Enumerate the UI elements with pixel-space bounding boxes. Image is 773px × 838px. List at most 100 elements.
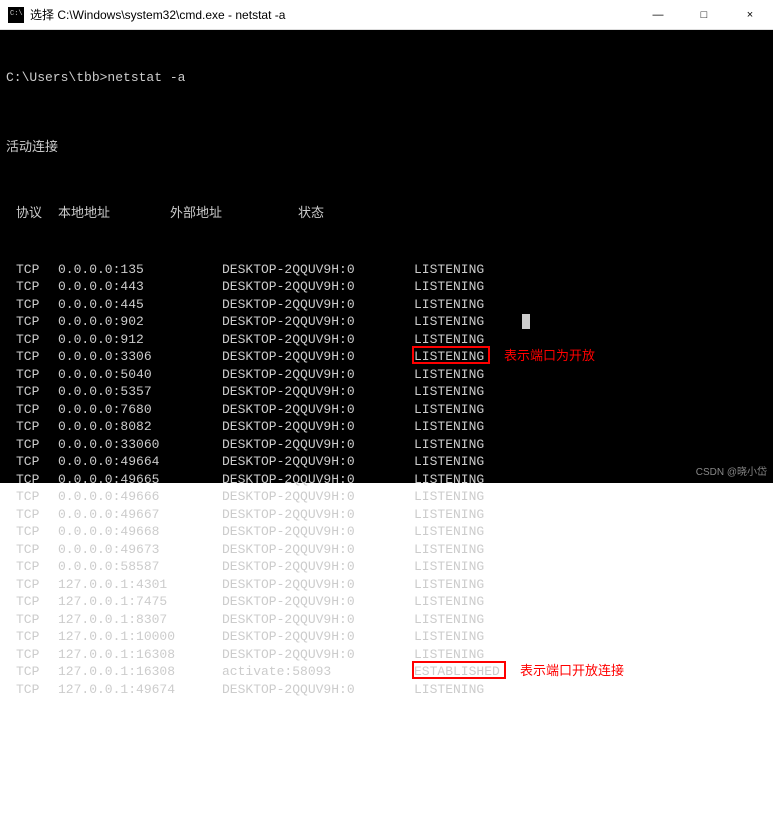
cell-foreign: DESKTOP-2QQUV9H:0 [198,611,398,629]
cell-local: 0.0.0.0:8082 [50,418,198,436]
table-row: TCP0.0.0.0:135DESKTOP-2QQUV9H:0LISTENING [6,261,767,279]
cell-local: 0.0.0.0:49664 [50,453,198,471]
table-row: TCP0.0.0.0:49673DESKTOP-2QQUV9H:0LISTENI… [6,541,767,559]
table-row: TCP0.0.0.0:58587DESKTOP-2QQUV9H:0LISTENI… [6,558,767,576]
cell-proto: TCP [6,366,50,384]
cell-foreign: DESKTOP-2QQUV9H:0 [198,471,398,489]
table-row: TCP127.0.0.1:10000DESKTOP-2QQUV9H:0LISTE… [6,628,767,646]
cell-local: 127.0.0.1:16308 [50,663,198,681]
cell-local: 0.0.0.0:49665 [50,471,198,489]
cell-local: 127.0.0.1:4301 [50,576,198,594]
window-controls: — □ × [635,0,773,30]
prompt-line: C:\Users\tbb>netstat -a [6,69,767,87]
cell-state: LISTENING [398,681,518,699]
table-row: TCP0.0.0.0:443DESKTOP-2QQUV9H:0LISTENING [6,278,767,296]
cell-local: 0.0.0.0:49673 [50,541,198,559]
cell-state: LISTENING [398,576,518,594]
cell-foreign: activate:58093 [198,663,398,681]
cell-local: 0.0.0.0:7680 [50,401,198,419]
cell-proto: TCP [6,646,50,664]
cell-proto: TCP [6,541,50,559]
cmd-icon [8,7,24,23]
table-row: TCP0.0.0.0:8082DESKTOP-2QQUV9H:0LISTENIN… [6,418,767,436]
cell-local: 0.0.0.0:49668 [50,523,198,541]
prompt-path: C:\Users\tbb> [6,70,107,85]
table-row: TCP127.0.0.1:16308DESKTOP-2QQUV9H:0LISTE… [6,646,767,664]
titlebar[interactable]: 选择 C:\Windows\system32\cmd.exe - netstat… [0,0,773,30]
table-row: TCP127.0.0.1:49674DESKTOP-2QQUV9H:0LISTE… [6,681,767,699]
cell-state: LISTENING [398,558,518,576]
cell-foreign: DESKTOP-2QQUV9H:0 [198,278,398,296]
cell-state: ESTABLISHED [398,663,518,681]
cell-foreign: DESKTOP-2QQUV9H:0 [198,313,398,331]
section-title: 活动连接 [6,139,767,157]
cell-proto: TCP [6,523,50,541]
cell-local: 0.0.0.0:33060 [50,436,198,454]
cell-foreign: DESKTOP-2QQUV9H:0 [198,576,398,594]
table-row: TCP0.0.0.0:7680DESKTOP-2QQUV9H:0LISTENIN… [6,401,767,419]
header-row: 协议 本地地址 外部地址 状态 [6,205,767,223]
cell-state: LISTENING [398,313,518,331]
header-local: 本地地址 [50,205,170,223]
table-row: TCP0.0.0.0:33060DESKTOP-2QQUV9H:0LISTENI… [6,436,767,454]
table-row: TCP127.0.0.1:8307DESKTOP-2QQUV9H:0LISTEN… [6,611,767,629]
cell-state: LISTENING [398,593,518,611]
cell-foreign: DESKTOP-2QQUV9H:0 [198,506,398,524]
cell-foreign: DESKTOP-2QQUV9H:0 [198,453,398,471]
cell-state: LISTENING [398,506,518,524]
table-row: TCP127.0.0.1:7475DESKTOP-2QQUV9H:0LISTEN… [6,593,767,611]
cell-foreign: DESKTOP-2QQUV9H:0 [198,628,398,646]
cell-proto: TCP [6,278,50,296]
header-foreign: 外部地址 [170,205,298,223]
cell-local: 0.0.0.0:5357 [50,383,198,401]
cell-foreign: DESKTOP-2QQUV9H:0 [198,366,398,384]
cell-local: 0.0.0.0:902 [50,313,198,331]
cell-local: 127.0.0.1:8307 [50,611,198,629]
cell-foreign: DESKTOP-2QQUV9H:0 [198,436,398,454]
table-row: TCP127.0.0.1:16308activate:58093ESTABLIS… [6,663,767,681]
cell-local: 127.0.0.1:49674 [50,681,198,699]
cell-state: LISTENING [398,436,518,454]
cell-proto: TCP [6,331,50,349]
cell-state: LISTENING [398,366,518,384]
table-row: TCP0.0.0.0:49664DESKTOP-2QQUV9H:0LISTENI… [6,453,767,471]
cell-foreign: DESKTOP-2QQUV9H:0 [198,331,398,349]
minimize-button[interactable]: — [635,0,681,30]
table-row: TCP0.0.0.0:49668DESKTOP-2QQUV9H:0LISTENI… [6,523,767,541]
prompt-command: netstat -a [107,70,185,85]
table-row: TCP0.0.0.0:3306DESKTOP-2QQUV9H:0LISTENIN… [6,348,767,366]
maximize-button[interactable]: □ [681,0,727,30]
cell-proto: TCP [6,296,50,314]
cell-state: LISTENING [398,646,518,664]
cell-local: 127.0.0.1:16308 [50,646,198,664]
cell-local: 0.0.0.0:49667 [50,506,198,524]
table-row: TCP0.0.0.0:5357DESKTOP-2QQUV9H:0LISTENIN… [6,383,767,401]
header-state: 状态 [298,205,358,223]
cell-state: LISTENING [398,348,518,366]
cell-proto: TCP [6,506,50,524]
cell-foreign: DESKTOP-2QQUV9H:0 [198,523,398,541]
cell-foreign: DESKTOP-2QQUV9H:0 [198,401,398,419]
cell-proto: TCP [6,383,50,401]
cell-proto: TCP [6,313,50,331]
cell-foreign: DESKTOP-2QQUV9H:0 [198,541,398,559]
cursor-block [522,314,530,329]
table-row: TCP0.0.0.0:49667DESKTOP-2QQUV9H:0LISTENI… [6,506,767,524]
cell-local: 127.0.0.1:10000 [50,628,198,646]
cell-foreign: DESKTOP-2QQUV9H:0 [198,348,398,366]
cell-foreign: DESKTOP-2QQUV9H:0 [198,646,398,664]
cell-local: 0.0.0.0:5040 [50,366,198,384]
header-proto: 协议 [6,205,50,223]
close-button[interactable]: × [727,0,773,30]
cell-proto: TCP [6,558,50,576]
cell-proto: TCP [6,436,50,454]
cell-local: 0.0.0.0:135 [50,261,198,279]
terminal-area[interactable]: C:\Users\tbb>netstat -a 活动连接 协议 本地地址 外部地… [0,30,773,483]
cell-foreign: DESKTOP-2QQUV9H:0 [198,681,398,699]
watermark: CSDN @晓小岱 [696,464,767,482]
cell-state: LISTENING [398,331,518,349]
cell-local: 0.0.0.0:49666 [50,488,198,506]
cell-state: LISTENING [398,523,518,541]
table-row: TCP0.0.0.0:912DESKTOP-2QQUV9H:0LISTENING [6,331,767,349]
cell-foreign: DESKTOP-2QQUV9H:0 [198,488,398,506]
